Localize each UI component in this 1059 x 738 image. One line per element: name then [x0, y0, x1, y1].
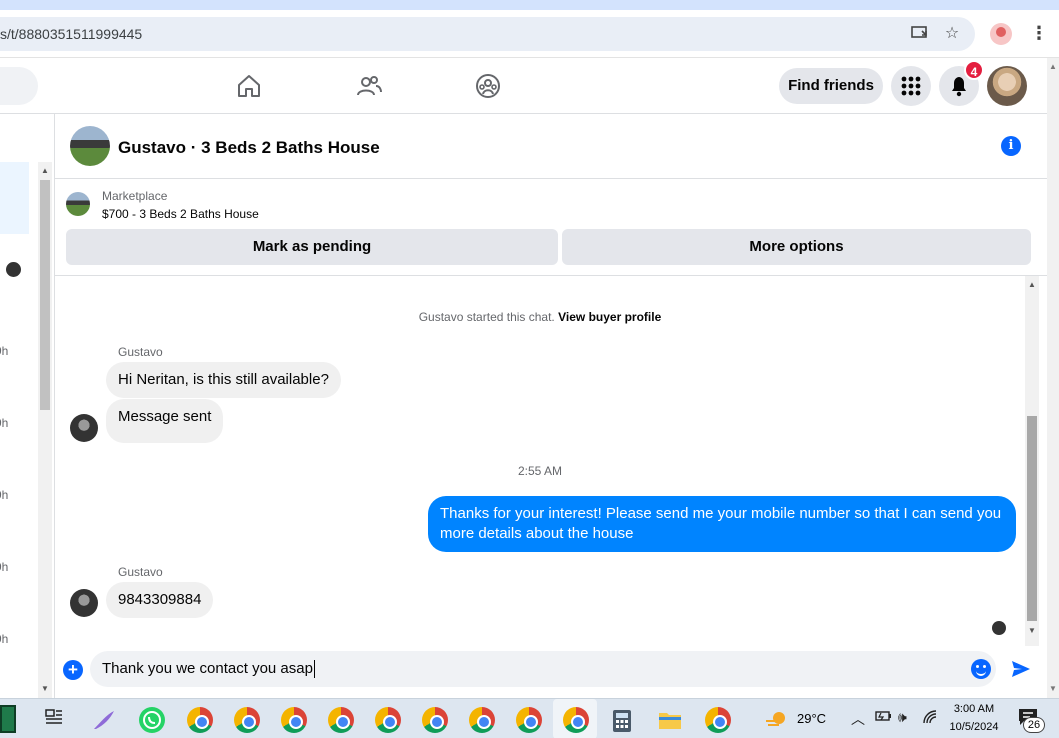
chrome-profile-icon[interactable] — [328, 707, 354, 733]
install-app-icon[interactable] — [910, 25, 930, 43]
sender-avatar[interactable] — [70, 589, 98, 617]
chrome-profile-icon[interactable] — [422, 707, 448, 733]
chrome-profile-icon[interactable] — [375, 707, 401, 733]
search-bar[interactable] — [0, 67, 38, 105]
chrome-profile-icon[interactable] — [469, 707, 495, 733]
marketplace-label: Marketplace — [102, 189, 168, 203]
outgoing-message[interactable]: Thanks for your interest! Please send me… — [428, 496, 1016, 552]
sender-name: Gustavo — [118, 565, 163, 579]
incoming-message[interactable]: 9843309884 — [106, 582, 214, 618]
taskbar: 29°C ︿ 🕪 3:00 AM 10/5/2024 26 — [0, 698, 1059, 738]
mark-as-pending-button[interactable]: Mark as pending — [66, 229, 558, 265]
seen-avatar — [6, 262, 21, 277]
pinned-app-icon[interactable] — [0, 705, 16, 733]
chat-start-text: Gustavo started this chat. — [418, 310, 555, 324]
scroll-up-arrow-icon[interactable]: ▲ — [41, 166, 49, 175]
incoming-message[interactable]: Message sent — [106, 399, 224, 443]
find-friends-button[interactable]: Find friends — [779, 68, 883, 104]
clock-time[interactable]: 3:00 AM — [944, 703, 1004, 715]
emoji-icon[interactable] — [971, 659, 991, 679]
notification-badge: 4 — [964, 60, 984, 80]
whatsapp-icon[interactable] — [139, 707, 165, 733]
profile-icon[interactable] — [990, 23, 1012, 45]
speaker-icon[interactable]: 🕪 — [898, 709, 907, 726]
listing-title[interactable]: $700 - 3 Beds 2 Baths House — [102, 207, 259, 221]
marketplace-panel: Marketplace $700 - 3 Beds 2 Baths House … — [55, 179, 1047, 276]
message-thread: Gustavo started this chat. View buyer pr… — [55, 276, 1047, 646]
sender-avatar[interactable] — [70, 414, 98, 442]
sender-name: Gustavo — [118, 345, 163, 359]
home-icon[interactable] — [235, 72, 263, 100]
calculator-icon[interactable] — [612, 709, 632, 738]
menu-kebab-icon[interactable]: ⋮ — [1030, 23, 1048, 44]
more-options-button[interactable]: More options — [562, 229, 1031, 265]
task-view-icon[interactable] — [45, 709, 63, 730]
chat-time: 9h — [0, 488, 9, 502]
chat-list-sidebar: 9h 9h 9h 9h 9h ▲ ▼ — [0, 114, 55, 698]
chat-time: 9h — [0, 632, 9, 646]
clock-date[interactable]: 10/5/2024 — [944, 721, 1004, 733]
address-bar[interactable]: s/t/8880351511999445 ☆ — [0, 17, 975, 51]
apps-grid-icon[interactable] — [891, 66, 931, 106]
send-icon[interactable] — [1010, 658, 1032, 680]
page-scrollbar[interactable]: ▲ ▼ — [1047, 58, 1059, 698]
chat-start-notice: Gustavo started this chat. View buyer pr… — [55, 310, 1025, 324]
chevron-up-icon[interactable]: ︿ — [851, 709, 865, 729]
url-text[interactable]: s/t/8880351511999445 — [0, 26, 142, 42]
weather-temperature[interactable]: 29°C — [797, 711, 826, 726]
conversation-title[interactable]: Gustavo · 3 Beds 2 Baths House — [118, 138, 380, 158]
message-input[interactable]: Thank you we contact you asap — [90, 651, 996, 687]
incoming-message[interactable]: Hi Neritan, is this still available? — [106, 362, 341, 398]
view-buyer-profile-link[interactable]: View buyer profile — [558, 310, 661, 324]
scrollbar-thumb[interactable] — [1027, 416, 1037, 621]
friends-icon[interactable] — [355, 72, 383, 100]
seen-indicator-avatar — [992, 621, 1006, 635]
top-navigation: Find friends 4 — [0, 58, 1047, 114]
bookmark-star-icon[interactable]: ☆ — [942, 25, 962, 43]
scroll-down-arrow-icon[interactable]: ▼ — [1049, 684, 1057, 693]
browser-toolbar: s/t/8880351511999445 ☆ ⋮ — [0, 10, 1059, 58]
battery-icon[interactable] — [874, 709, 892, 726]
chat-time: 9h — [0, 416, 9, 430]
message-composer: + Thank you we contact you asap — [55, 646, 1047, 698]
plus-icon[interactable]: + — [63, 660, 83, 680]
chrome-profile-icon[interactable] — [563, 707, 589, 733]
chrome-profile-icon[interactable] — [281, 707, 307, 733]
thread-scrollbar[interactable]: ▲ ▼ — [1025, 276, 1039, 646]
sidebar-scrollbar[interactable]: ▲ ▼ — [38, 162, 52, 698]
listing-thumbnail[interactable] — [66, 192, 90, 216]
scroll-down-arrow-icon[interactable]: ▼ — [1028, 626, 1036, 635]
chat-time: 9h — [0, 344, 9, 358]
feather-app-icon[interactable] — [92, 709, 116, 736]
account-avatar[interactable] — [987, 66, 1027, 106]
browser-tabstrip — [0, 0, 1059, 10]
info-icon[interactable]: i — [1001, 136, 1021, 156]
listing-avatar[interactable] — [70, 126, 110, 166]
wifi-icon[interactable] — [922, 709, 938, 730]
scrollbar-thumb[interactable] — [40, 180, 50, 410]
chrome-profile-icon[interactable] — [705, 707, 731, 733]
scroll-up-arrow-icon[interactable]: ▲ — [1028, 280, 1036, 289]
scroll-down-arrow-icon[interactable]: ▼ — [41, 684, 49, 693]
chat-time: 9h — [0, 560, 9, 574]
chrome-profile-icon[interactable] — [234, 707, 260, 733]
chrome-profile-icon[interactable] — [516, 707, 542, 733]
message-timestamp: 2:55 AM — [517, 464, 563, 478]
scroll-up-arrow-icon[interactable]: ▲ — [1049, 62, 1057, 71]
active-chat-item[interactable] — [0, 162, 29, 234]
conversation-header: Gustavo · 3 Beds 2 Baths House i — [55, 114, 1047, 179]
weather-icon — [765, 709, 789, 734]
file-explorer-icon[interactable] — [658, 709, 682, 736]
notification-count-badge: 26 — [1023, 717, 1045, 733]
chrome-profile-icon[interactable] — [187, 707, 213, 733]
groups-icon[interactable] — [474, 72, 502, 100]
